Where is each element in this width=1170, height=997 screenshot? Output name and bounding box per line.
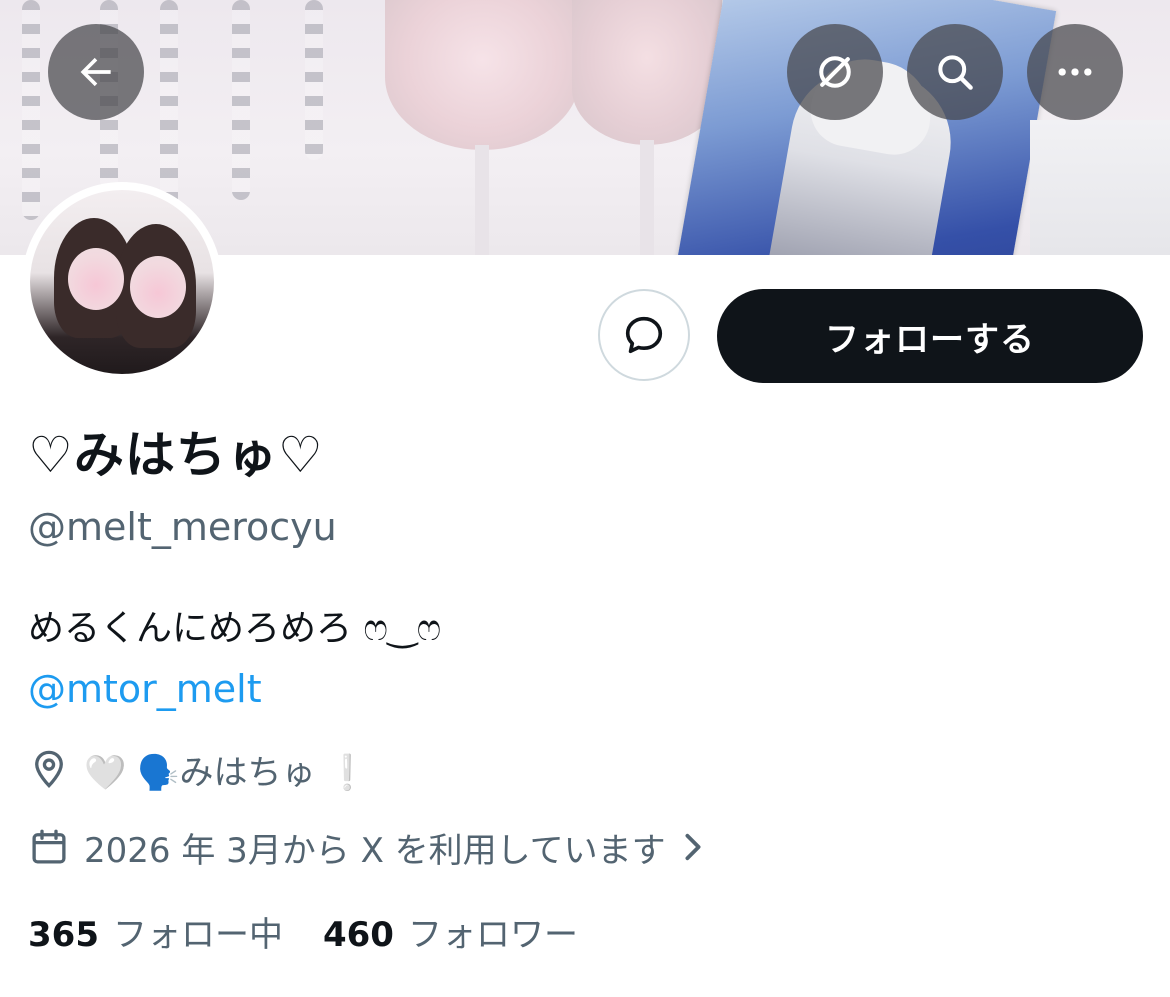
more-horizontal-icon (1058, 68, 1092, 76)
avatar-photo (30, 190, 214, 374)
followers-count: 460 (322, 914, 394, 955)
profile-avatar[interactable] (22, 182, 222, 382)
grok-button[interactable] (787, 24, 883, 120)
message-button[interactable] (598, 289, 690, 381)
following-count: 365 (28, 914, 99, 955)
banner-decoration (305, 0, 323, 160)
chevron-right-icon (685, 833, 701, 861)
location-text: 🤍 🗣️みはちゅ ❕ (84, 752, 369, 793)
avatar-face (68, 248, 124, 310)
search-icon (938, 55, 973, 90)
banner-decoration (22, 0, 40, 220)
banner-glass (385, 0, 580, 150)
profile-bio: めるくんにめろめろ ෆ‿ෆ (28, 608, 442, 649)
calendar-icon (32, 829, 66, 864)
search-button[interactable] (907, 24, 1003, 120)
message-bubble-icon (625, 316, 663, 354)
more-button[interactable] (1027, 24, 1123, 120)
joined-row[interactable]: 2026 年 3月から X を利用しています (28, 820, 706, 874)
banner-decoration (232, 0, 250, 200)
grok-icon (819, 56, 851, 88)
avatar-face (130, 256, 186, 318)
display-name: ♡みはちゅ♡ (28, 426, 324, 484)
follow-stats: 365 フォロー中 460 フォロワー (28, 904, 618, 958)
follow-button[interactable]: フォローする (717, 289, 1143, 383)
followers-label: フォロワー (407, 914, 578, 955)
banner-glass-stem (640, 140, 654, 255)
location-row: 🤍 🗣️みはちゅ ❕ (28, 742, 369, 796)
arrow-left-icon (80, 57, 111, 87)
banner-glass-stem (475, 145, 489, 255)
followers-stat[interactable]: 460 フォロワー (323, 907, 578, 956)
banner-decoration (160, 0, 178, 220)
banner-glass (572, 0, 722, 145)
back-button[interactable] (48, 24, 144, 120)
joined-date-text: 2026 年 3月から X を利用しています (84, 830, 666, 871)
profile-handle: @melt_merocyu (28, 505, 337, 549)
following-stat[interactable]: 365 フォロー中 (28, 907, 283, 956)
banner-decoration (1030, 120, 1170, 255)
bio-mention-link[interactable]: @mtor_melt (28, 662, 262, 716)
location-pin-icon (35, 750, 63, 788)
following-label: フォロー中 (112, 914, 283, 955)
